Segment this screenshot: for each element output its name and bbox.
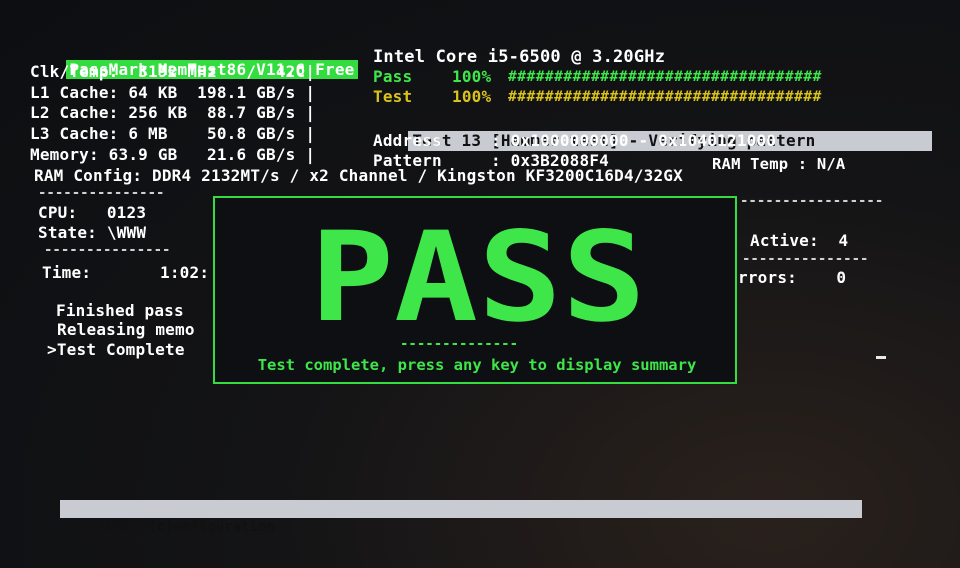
- memtest-screen: PassMark MemTest86 V11.6 Free Intel Core…: [0, 0, 960, 568]
- test-percent: 100%: [452, 87, 492, 106]
- pass-label: Pass: [373, 67, 413, 86]
- pattern-readout: Pattern : 0x3B2088F4: [373, 151, 609, 170]
- pass-banner: PASS: [310, 226, 646, 326]
- l3-cache-readout: L3 Cache: 6 MB 50.8 GB/s |: [30, 124, 316, 143]
- errors-readout: rrors: 0: [738, 268, 847, 287]
- address-readout: Address : 0x1000000000 - 0x1040121000: [373, 131, 777, 150]
- state-readout: State: \WWW: [38, 223, 147, 242]
- test-label: Test: [373, 87, 413, 106]
- time-readout: Time: 1:02:: [42, 263, 210, 282]
- pass-progress-bar: ##################################: [508, 69, 822, 85]
- active-readout: Active: 4: [750, 231, 849, 250]
- result-message: Test complete, press any key to display …: [257, 356, 697, 374]
- ram-temp-readout: RAM Temp : N/A: [712, 155, 846, 173]
- log-line-2: Releasing memo: [57, 320, 195, 339]
- left-divider-top: ---------------: [38, 185, 165, 201]
- memory-readout: Memory: 63.9 GB 21.6 GB/s |: [30, 145, 316, 164]
- config-hint[interactable]: (ESC)/(c)onfiguration: [98, 519, 275, 535]
- test-progress-bar: ##################################: [508, 89, 822, 105]
- footer-hint-bar[interactable]: (ESC)/(c)onfiguration: [60, 500, 862, 535]
- pass-percent: 100%: [452, 67, 492, 86]
- left-divider-mid: ---------------: [44, 242, 171, 258]
- cpu-name: Intel Core i5-6500 @ 3.20GHz: [373, 47, 666, 67]
- pass-status-text: PASS: [310, 226, 646, 326]
- l2-cache-readout: L2 Cache: 256 KB 88.7 GB/s |: [30, 103, 316, 122]
- log-line-3: >Test Complete: [47, 340, 185, 359]
- log-line-1: Finished pass: [56, 301, 184, 320]
- result-dialog[interactable]: PASS -------------- Test complete, press…: [213, 196, 737, 384]
- l1-cache-readout: L1 Cache: 64 KB 198.1 GB/s |: [30, 83, 316, 102]
- result-divider: --------------: [400, 336, 519, 352]
- text-cursor: [876, 356, 886, 359]
- cpu-readout: CPU: 0123: [38, 203, 147, 222]
- clk-temp-readout: Clk/Temp: 3192 MHz / 42C|: [30, 62, 316, 81]
- right-divider-top: -----------------: [740, 193, 884, 209]
- right-divider-mid: ---------------: [742, 251, 869, 267]
